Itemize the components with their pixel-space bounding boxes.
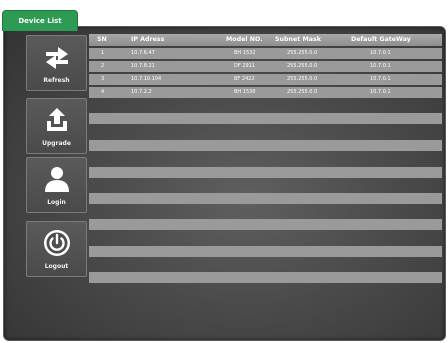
empty-table-row[interactable] (89, 272, 442, 283)
refresh-label: Refresh (43, 77, 70, 84)
cell-sn: 2 (101, 63, 105, 69)
cell-sn: 4 (101, 89, 105, 95)
cell-model: BH 1532 (234, 50, 256, 56)
empty-table-row[interactable] (89, 193, 442, 204)
upgrade-label: Upgrade (42, 140, 71, 147)
cell-subnet: 255.255.0.0 (287, 50, 318, 56)
cell-model: DF 2911 (234, 63, 256, 69)
cell-gateway: 10.7.0.1 (370, 50, 391, 56)
cell-model: BH 1530 (234, 89, 256, 95)
power-icon (27, 228, 86, 258)
empty-table-row[interactable] (89, 113, 442, 124)
login-label: Login (47, 199, 66, 206)
empty-table-row[interactable] (89, 167, 442, 178)
cell-sn: 3 (101, 76, 105, 82)
column-header-sn[interactable]: SN (97, 34, 107, 46)
column-header-ip[interactable]: IP Adress (131, 34, 164, 46)
column-header-gateway[interactable]: Default GateWay (351, 34, 411, 46)
tab-device-list[interactable]: Device List (2, 10, 78, 31)
cell-gateway: 10.7.0.1 (370, 76, 391, 82)
cell-gateway: 10.7.0.1 (370, 63, 391, 69)
logout-label: Logout (44, 263, 69, 270)
cell-gateway: 10.7.0.1 (370, 89, 391, 95)
cell-sn: 1 (101, 50, 105, 56)
table-row[interactable]: 3 10.7.10.104 BF 2422 255.255.0.0 10.7.0… (89, 74, 442, 85)
empty-table-row[interactable] (89, 140, 442, 151)
upload-icon (27, 105, 86, 135)
table-header: SN IP Adress Model NO. Subnet Mask Defau… (89, 34, 442, 46)
cell-ip: 10.7.2.2 (131, 89, 152, 95)
table-row[interactable]: 2 10.7.8.21 DF 2911 255.255.0.0 10.7.0.1 (89, 61, 442, 72)
cell-subnet: 255.255.0.0 (287, 63, 318, 69)
column-header-subnet[interactable]: Subnet Mask (275, 34, 321, 46)
empty-table-row[interactable] (89, 246, 442, 257)
refresh-button[interactable]: Refresh (26, 35, 87, 91)
cell-ip: 10.7.10.104 (131, 76, 162, 82)
logout-button[interactable]: Logout (26, 221, 87, 277)
refresh-icon (27, 42, 86, 72)
table-row[interactable]: 4 10.7.2.2 BH 1530 255.255.0.0 10.7.0.1 (89, 87, 442, 98)
cell-subnet: 255.255.0.0 (287, 89, 318, 95)
cell-model: BF 2422 (234, 76, 255, 82)
user-icon (27, 164, 86, 194)
login-button[interactable]: Login (26, 157, 87, 213)
column-header-model[interactable]: Model NO. (226, 34, 263, 46)
device-manager-window: Device List Refresh Upgrade Login Logout… (1, 0, 447, 342)
cell-ip: 10.7.6.47 (131, 50, 155, 56)
upgrade-button[interactable]: Upgrade (26, 98, 87, 154)
cell-subnet: 255.255.0.0 (287, 76, 318, 82)
empty-table-row[interactable] (89, 219, 442, 230)
cell-ip: 10.7.8.21 (131, 63, 155, 69)
table-row[interactable]: 1 10.7.6.47 BH 1532 255.255.0.0 10.7.0.1 (89, 48, 442, 59)
